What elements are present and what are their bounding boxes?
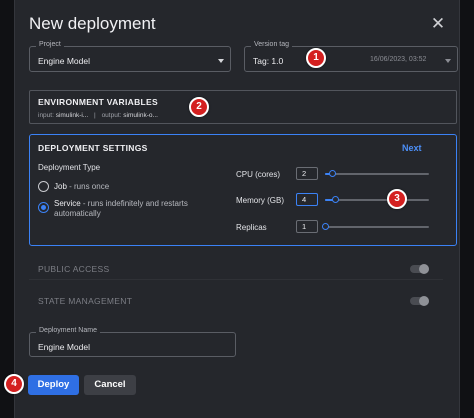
next-button[interactable]: Next [402, 143, 422, 153]
version-tag-label: Version tag [251, 41, 293, 48]
background-panel-left [0, 0, 14, 418]
deployment-name-field[interactable]: Deployment Name Engine Model [29, 327, 236, 357]
radio-service-name: Service [54, 199, 81, 208]
env-output-key: output: [101, 112, 122, 119]
annotation-badge-2: 2 [189, 97, 209, 117]
project-select[interactable]: Project Engine Model [29, 41, 231, 72]
radio-job-description: - runs once [66, 182, 110, 191]
annotation-badge-4: 4 [4, 374, 24, 394]
memory-label: Memory (GB) [236, 196, 284, 205]
state-management-label: STATE MANAGEMENT [38, 296, 133, 306]
radio-service[interactable] [38, 202, 49, 213]
dialog-title: New deployment [29, 14, 156, 33]
environment-variables-summary: input: simulink-i... | output: simulink-… [38, 112, 158, 119]
version-tag-value: Tag: 1.0 [253, 56, 284, 66]
environment-variables-title: ENVIRONMENT VARIABLES [38, 97, 158, 107]
replicas-input[interactable]: 1 [296, 220, 318, 233]
cpu-input[interactable]: 2 [296, 167, 318, 180]
memory-slider-thumb[interactable] [331, 196, 339, 203]
deployment-settings-title: DEPLOYMENT SETTINGS [38, 143, 148, 153]
deploy-button[interactable]: Deploy [28, 375, 79, 395]
radio-service-text[interactable]: Service - runs indefinitely and restarts… [54, 199, 204, 219]
radio-job[interactable] [38, 181, 49, 192]
deployment-name-label: Deployment Name [36, 327, 100, 334]
cpu-label: CPU (cores) [236, 170, 281, 179]
replicas-slider[interactable] [321, 223, 429, 230]
memory-input[interactable]: 4 [296, 193, 318, 206]
new-deployment-dialog: New deployment ✕ Project Engine Model Ve… [14, 0, 460, 418]
version-tag-select[interactable]: Version tag Tag: 1.0 16/06/2023, 03:52 [244, 41, 458, 72]
env-input-key: input: [38, 112, 54, 119]
cancel-button[interactable]: Cancel [84, 375, 136, 395]
replicas-slider-thumb[interactable] [321, 223, 329, 230]
annotation-badge-1: 1 [306, 48, 326, 68]
state-management-toggle[interactable] [410, 296, 429, 306]
memory-slider[interactable] [325, 196, 429, 203]
environment-variables-section[interactable]: ENVIRONMENT VARIABLES input: simulink-i.… [29, 90, 457, 124]
public-access-section[interactable]: PUBLIC ACCESS [29, 256, 443, 280]
chevron-down-icon [445, 59, 451, 63]
cpu-slider-thumb[interactable] [328, 170, 336, 177]
project-select-label: Project [36, 41, 64, 48]
deployment-type-label: Deployment Type [38, 163, 101, 172]
project-select-value: Engine Model [38, 56, 90, 66]
close-icon[interactable]: ✕ [429, 15, 447, 33]
radio-job-name: Job [54, 182, 67, 191]
public-access-toggle[interactable] [410, 264, 429, 274]
radio-job-text[interactable]: Job - runs once [54, 182, 204, 192]
annotation-badge-3: 3 [387, 189, 407, 209]
state-management-section[interactable]: STATE MANAGEMENT [29, 288, 443, 312]
env-separator: | [94, 112, 96, 119]
version-tag-date: 16/06/2023, 03:52 [370, 56, 427, 63]
chevron-down-icon [218, 59, 224, 63]
deployment-name-value[interactable]: Engine Model [38, 342, 90, 352]
env-output-value: simulink-o... [123, 112, 158, 119]
background-code-editor [460, 0, 474, 418]
public-access-label: PUBLIC ACCESS [38, 264, 110, 274]
cpu-slider[interactable] [325, 170, 429, 177]
replicas-label: Replicas [236, 223, 267, 232]
env-input-value: simulink-i... [55, 112, 89, 119]
